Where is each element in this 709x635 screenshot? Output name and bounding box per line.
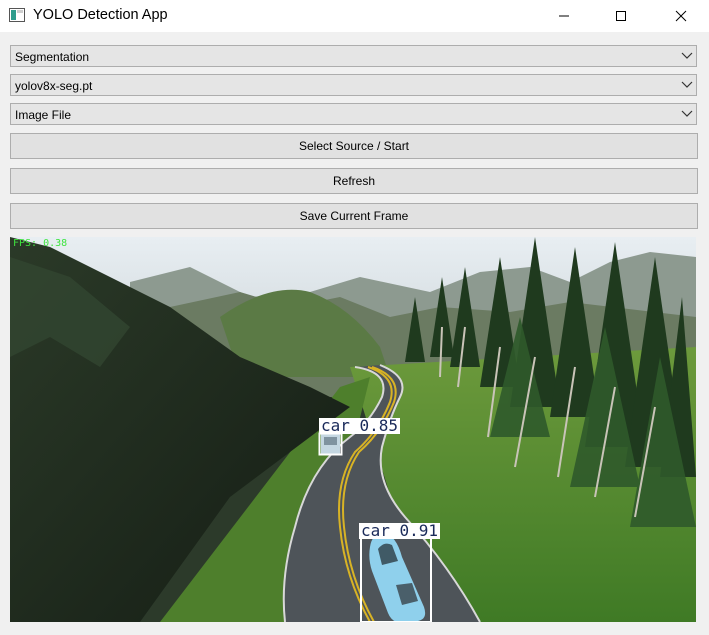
- fps-readout: FPS: 0.38: [13, 238, 68, 249]
- minimize-button[interactable]: [541, 0, 587, 32]
- chevron-down-icon: [681, 81, 693, 88]
- close-icon: [675, 10, 687, 22]
- task-select[interactable]: Segmentation: [10, 45, 697, 67]
- refresh-button[interactable]: Refresh: [10, 168, 698, 194]
- model-select[interactable]: yolov8x-seg.pt: [10, 74, 697, 96]
- close-button[interactable]: [658, 0, 704, 32]
- maximize-icon: [616, 11, 626, 21]
- select-source-start-button[interactable]: Select Source / Start: [10, 133, 698, 159]
- app-icon: [9, 8, 25, 22]
- minimize-icon: [559, 15, 569, 17]
- window-title: YOLO Detection App: [33, 7, 168, 23]
- model-select-value: yolov8x-seg.pt: [15, 79, 93, 93]
- chevron-down-icon: [681, 52, 693, 59]
- detection-label: car 0.85: [319, 416, 401, 435]
- source-select-value: Image File: [15, 108, 72, 122]
- chevron-down-icon: [681, 110, 693, 117]
- detection-view: FPS: 0.38 car 0.85 car 0.91: [10, 237, 696, 622]
- detection-label: car 0.91: [359, 521, 441, 540]
- title-bar: YOLO Detection App: [0, 0, 709, 32]
- maximize-button[interactable]: [598, 0, 644, 32]
- task-select-value: Segmentation: [15, 50, 90, 64]
- save-frame-button[interactable]: Save Current Frame: [10, 203, 698, 229]
- source-select[interactable]: Image File: [10, 103, 697, 125]
